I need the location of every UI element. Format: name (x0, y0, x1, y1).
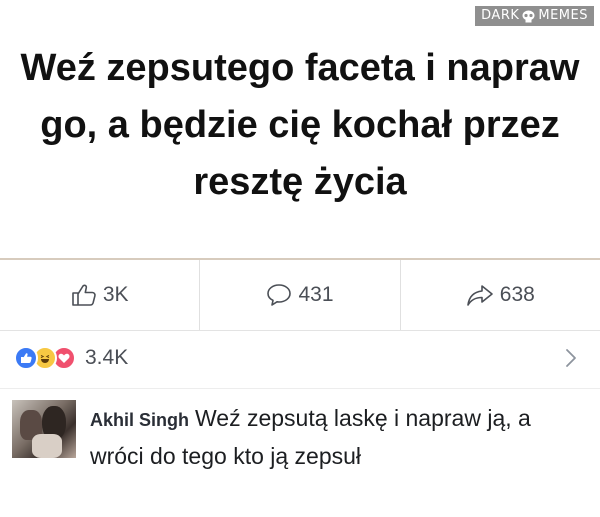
like-button[interactable]: 3K (0, 260, 201, 330)
watermark-text-left: DARK (481, 8, 520, 23)
thumbs-up-outline-icon (72, 284, 96, 306)
watermark-text-right: MEMES (538, 8, 588, 23)
watermark: DARK MEMES (475, 6, 594, 26)
comment-author[interactable]: Akhil Singh (90, 410, 189, 430)
like-count: 3K (102, 283, 129, 306)
avatar[interactable] (12, 400, 76, 458)
comment-body: Akhil Singh Weź zepsutą laskę i napraw ją… (90, 400, 570, 474)
speech-bubble-icon (267, 284, 292, 306)
post-stats-bar: 3K 431 638 (0, 260, 600, 330)
reactions-summary[interactable]: 3.4K (14, 338, 586, 378)
chevron-right-icon[interactable] (564, 347, 578, 369)
avatar-photo-shape (32, 434, 62, 458)
divider (0, 330, 600, 331)
comment: Akhil Singh Weź zepsutą laskę i napraw ją… (12, 400, 588, 474)
comment-button[interactable]: 431 (200, 260, 401, 330)
skull-icon (522, 10, 535, 22)
post-headline: Weź zepsutego faceta i napraw go, a będz… (20, 47, 580, 203)
divider (0, 388, 600, 389)
reaction-count: 3.4K (85, 346, 129, 369)
share-arrow-icon (466, 285, 493, 306)
share-count: 638 (499, 283, 535, 306)
comment-count: 431 (298, 283, 334, 306)
share-button[interactable]: 638 (401, 260, 600, 330)
reaction-icons (14, 346, 76, 370)
like-reaction-icon (14, 346, 38, 370)
